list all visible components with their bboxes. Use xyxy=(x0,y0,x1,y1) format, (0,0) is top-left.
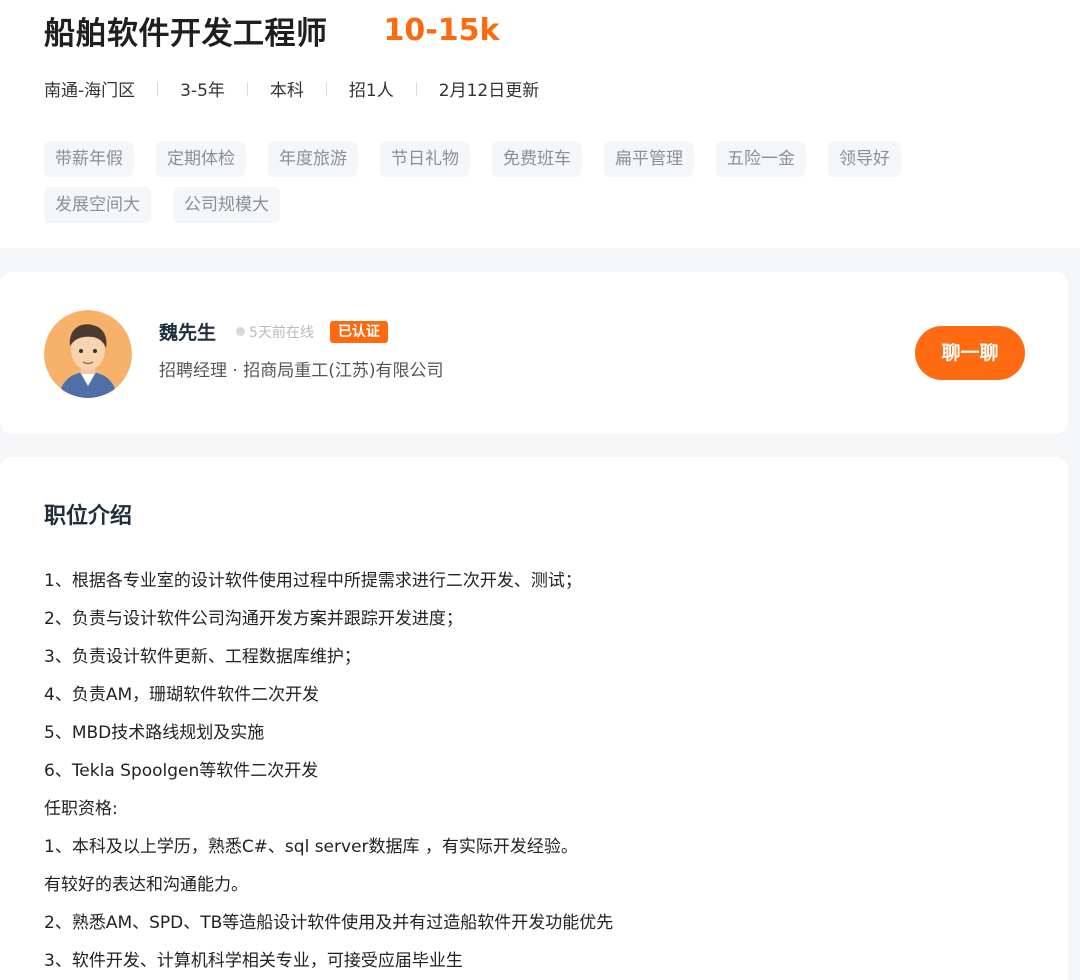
description-line: 任职资格: xyxy=(44,799,118,819)
meta-location: 南通-海门区 xyxy=(44,81,136,101)
description-line: 1、根据各专业室的设计软件使用过程中所提需求进行二次开发、测试； xyxy=(44,571,582,591)
recruiter-title: 招聘经理 · 招商局重工(江苏)有限公司 xyxy=(159,361,444,381)
benefit-tag: 带薪年假 xyxy=(44,141,134,177)
meta-updated: 2月12日更新 xyxy=(438,81,540,101)
divider xyxy=(246,81,248,96)
online-status-icon xyxy=(236,327,246,336)
description-line: 3、负责设计软件更新、工程数据库维护； xyxy=(44,647,361,667)
description-line: 1、本科及以上学历，熟悉C#、sql server数据库 ，有实际开发经验。 xyxy=(44,837,578,857)
verified-badge: 已认证 xyxy=(329,320,388,343)
job-header: 船舶软件开发工程师 10-15k 南通-海门区 3-5年 本科 招1人 2月12… xyxy=(0,0,1080,248)
divider xyxy=(415,81,417,96)
description-line: 2、负责与设计软件公司沟通开发方案并跟踪开发进度； xyxy=(44,609,463,629)
benefit-tag: 定期体检 xyxy=(156,141,246,177)
description-line: 3、软件开发、计算机科学相关专业，可接受应届毕业生 xyxy=(44,951,463,971)
description-line: 有较好的表达和沟通能力。 xyxy=(44,875,248,895)
benefit-tag: 领导好 xyxy=(828,141,901,177)
section-title: 职位介绍 xyxy=(44,504,133,529)
avatar[interactable] xyxy=(44,310,132,398)
online-status: 5天前在线 xyxy=(249,324,314,341)
recruiter-name: 魏先生 xyxy=(159,322,217,344)
benefit-tag: 年度旅游 xyxy=(268,141,358,177)
benefit-tag: 节日礼物 xyxy=(380,141,470,177)
salary: 10-15k xyxy=(383,13,500,48)
job-title: 船舶软件开发工程师 xyxy=(44,16,328,52)
job-description-card: 职位介绍 1、根据各专业室的设计软件使用过程中所提需求进行二次开发、测试； 2、… xyxy=(0,457,1068,980)
benefit-tag: 发展空间大 xyxy=(44,187,151,223)
meta-experience: 3-5年 xyxy=(180,81,225,101)
job-description: 1、根据各专业室的设计软件使用过程中所提需求进行二次开发、测试； 2、负责与设计… xyxy=(44,567,613,980)
description-line: 2、熟悉AM、SPD、TB等造船设计软件使用及并有过造船软件开发功能优先 xyxy=(44,913,614,933)
divider xyxy=(325,81,327,96)
benefit-tag: 五险一金 xyxy=(716,141,806,177)
avatar-illustration xyxy=(44,310,132,398)
chat-button[interactable]: 聊一聊 xyxy=(915,326,1025,380)
description-line: 4、负责AM，珊瑚软件软件二次开发 xyxy=(44,685,320,705)
description-line: 6、Tekla Spoolgen等软件二次开发 xyxy=(44,761,319,781)
meta-education: 本科 xyxy=(269,81,304,101)
benefit-tag: 免费班车 xyxy=(492,141,582,177)
recruiter-name-row: 魏先生 5天前在线 已认证 xyxy=(159,318,388,345)
benefit-tags: 带薪年假 定期体检 年度旅游 节日礼物 免费班车 扁平管理 五险一金 领导好 发… xyxy=(44,141,1004,233)
title-row: 船舶软件开发工程师 10-15k xyxy=(44,8,499,53)
benefit-tag: 公司规模大 xyxy=(173,187,280,223)
description-line: 5、MBD技术路线规划及实施 xyxy=(44,723,265,743)
job-meta: 南通-海门区 3-5年 本科 招1人 2月12日更新 xyxy=(44,76,539,101)
meta-headcount: 招1人 xyxy=(348,81,394,101)
recruiter-card: 魏先生 5天前在线 已认证 招聘经理 · 招商局重工(江苏)有限公司 聊一聊 xyxy=(0,272,1068,434)
benefit-tag: 扁平管理 xyxy=(604,141,694,177)
divider xyxy=(157,81,159,96)
